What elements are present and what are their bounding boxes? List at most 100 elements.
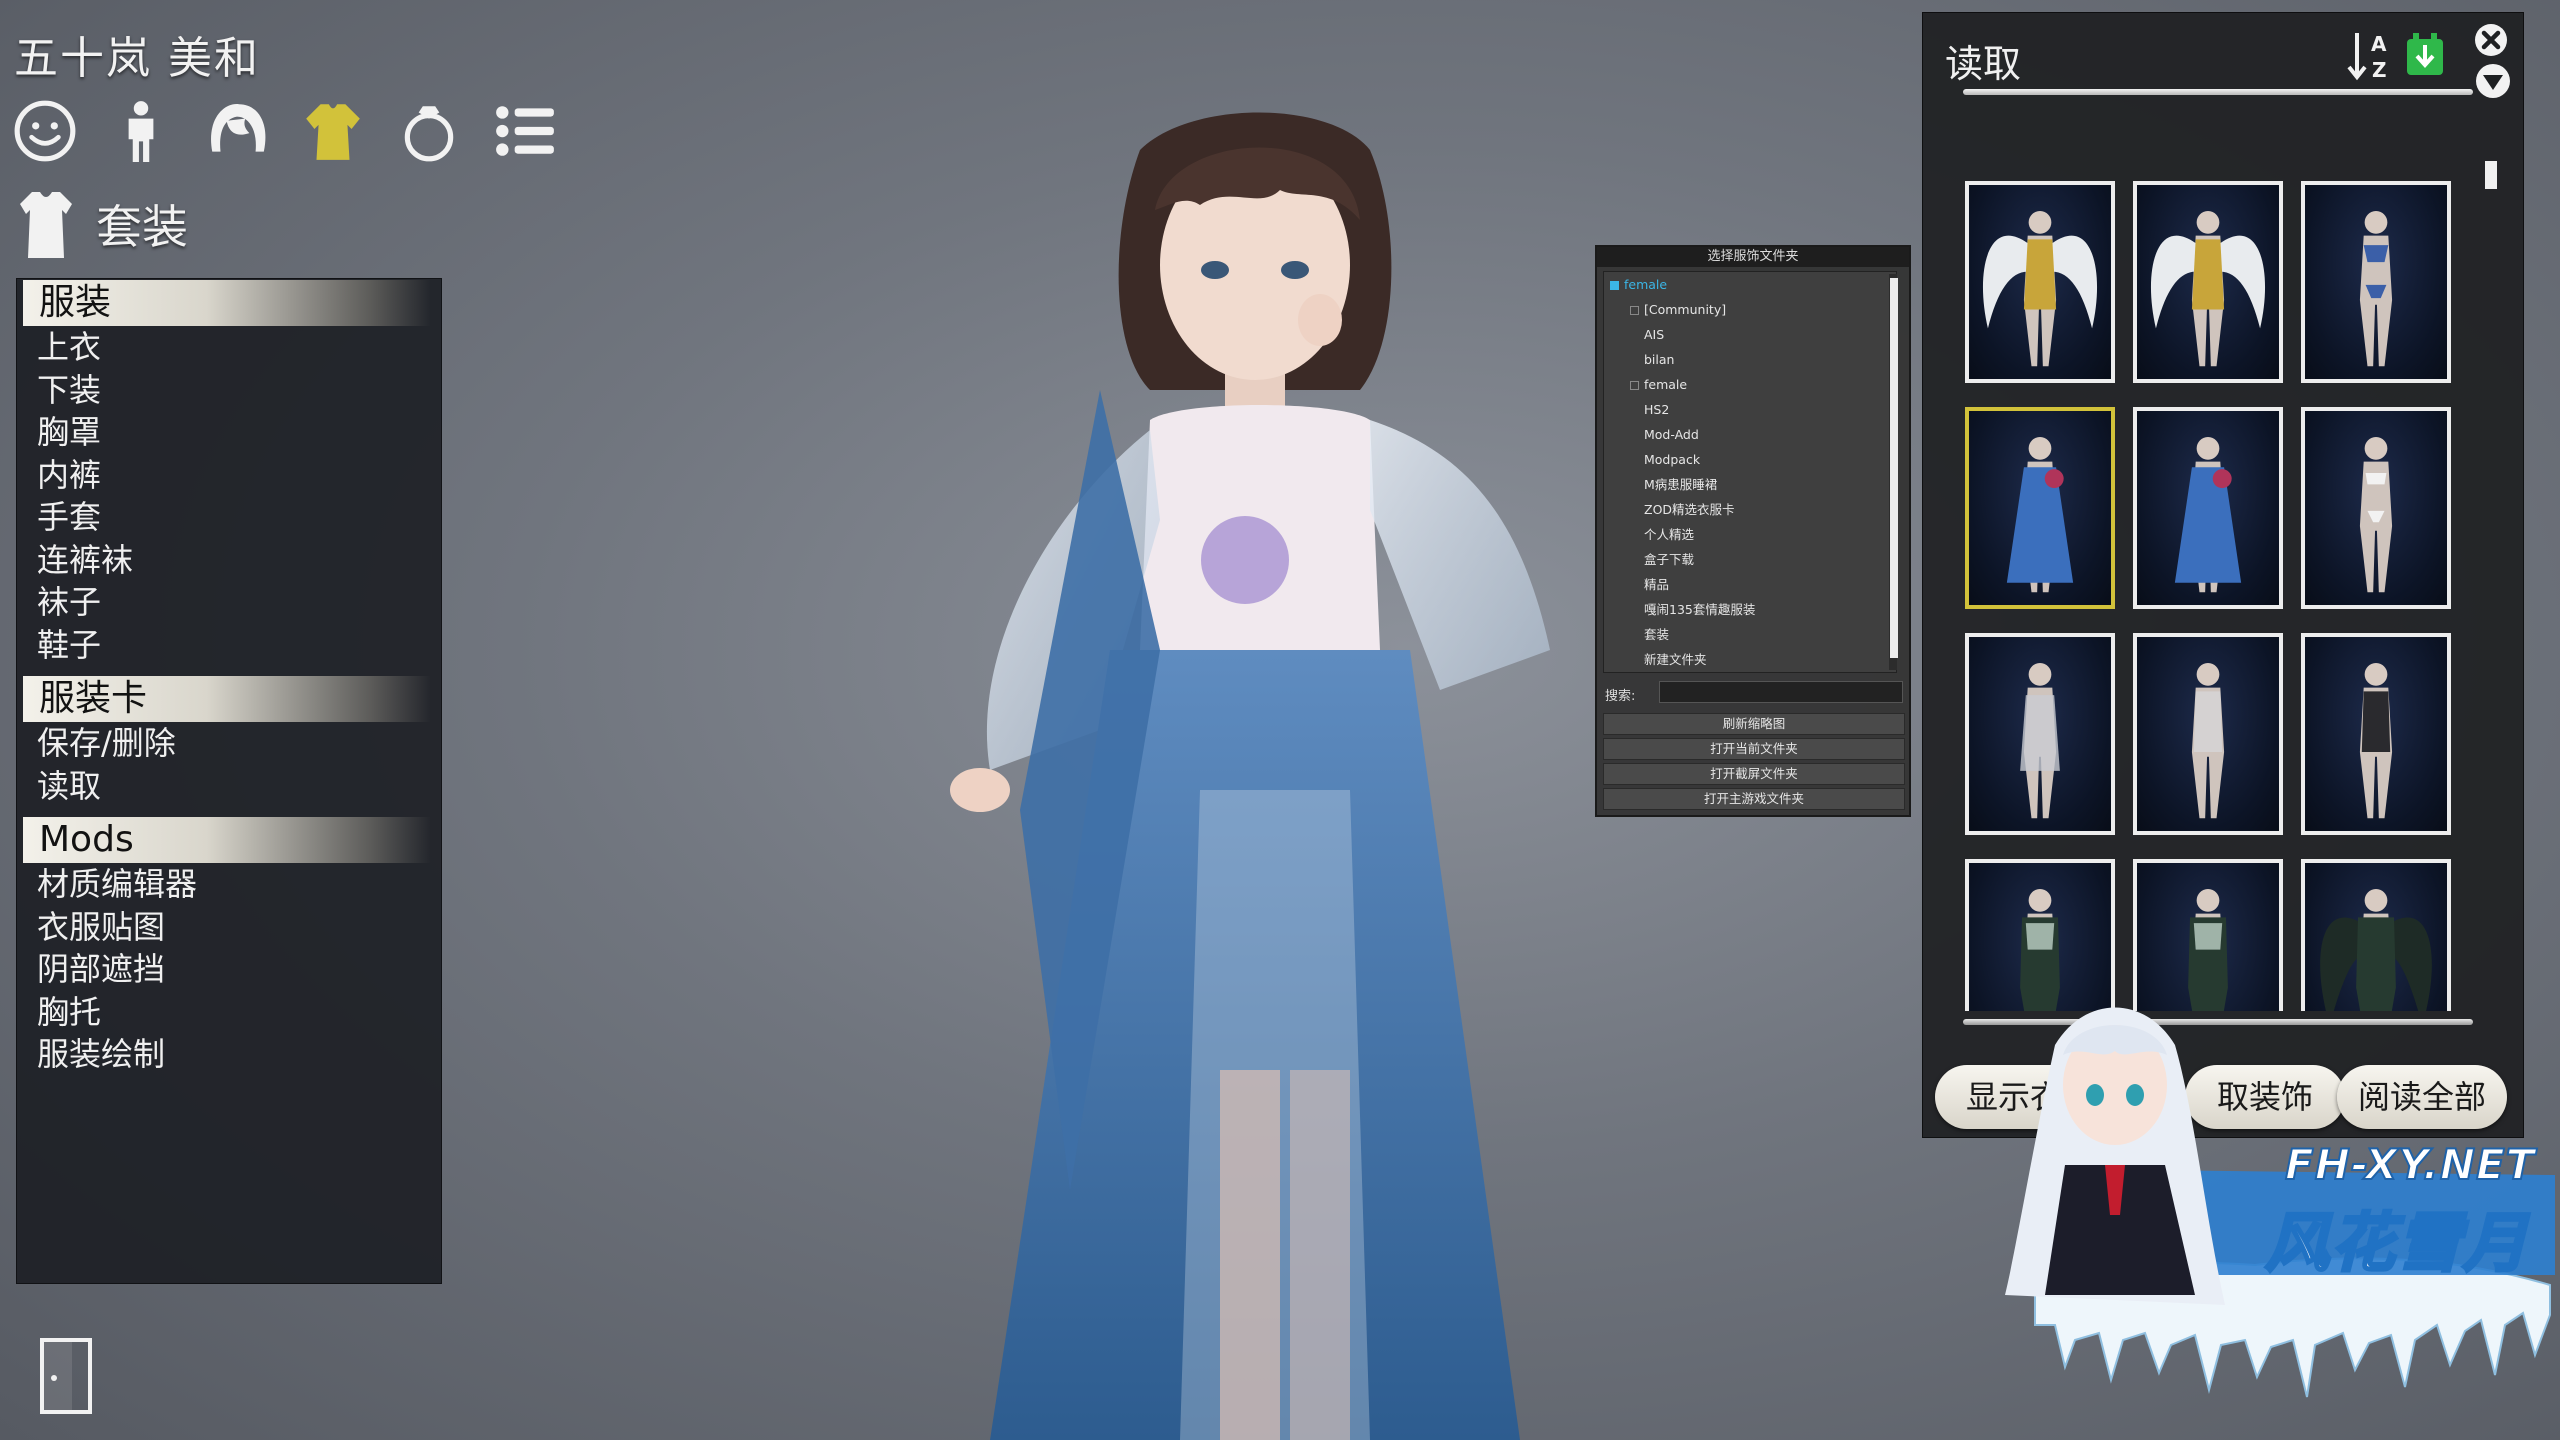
menu-item-clothes-paint[interactable]: 服装绘制	[17, 1033, 441, 1076]
outfit-figure	[2359, 663, 2393, 819]
menu-item-clothes-texture[interactable]: 衣服贴图	[17, 906, 441, 949]
accessory-ring-icon[interactable]	[394, 96, 464, 166]
outfit-thumbnail[interactable]	[1965, 407, 2115, 609]
outfit-thumbnail[interactable]	[2301, 859, 2451, 1011]
hair-icon[interactable]	[202, 96, 272, 166]
section-header: 套装	[16, 188, 188, 260]
section-title: 套装	[96, 200, 188, 254]
outfit-figure	[2320, 889, 2432, 1011]
tree-folder-item[interactable]: HS2	[1604, 397, 1896, 422]
menu-item-pantyhose[interactable]: 连裤袜	[17, 539, 441, 582]
folder-search-input[interactable]	[1659, 681, 1903, 703]
menu-item-save-delete[interactable]: 保存/删除	[17, 722, 441, 765]
menu-header-card: 服装卡	[23, 676, 431, 722]
close-icon[interactable]	[2473, 22, 2509, 58]
face-icon[interactable]	[10, 96, 80, 166]
menu-item-material-editor[interactable]: 材质编辑器	[17, 863, 441, 906]
tree-root-female[interactable]: female	[1604, 272, 1896, 297]
tree-folder-item[interactable]: M病患服睡裙	[1604, 472, 1896, 497]
clothing-icon[interactable]	[298, 96, 368, 166]
svg-text:Z: Z	[2372, 58, 2387, 81]
outfit-thumbnail[interactable]	[2301, 633, 2451, 835]
outfit-thumbnail[interactable]	[2133, 181, 2283, 383]
sort-az-icon[interactable]: A Z	[2347, 29, 2397, 81]
collapse-icon[interactable]	[2474, 62, 2512, 100]
tree-folder-item[interactable]: Mod-Add	[1604, 422, 1896, 447]
outfit-thumbnail[interactable]	[2301, 181, 2451, 383]
open-current-folder-button[interactable]: 打开当前文件夹	[1603, 738, 1905, 760]
outfit-thumbnail[interactable]	[1965, 859, 2115, 1011]
menu-header-mods: Mods	[23, 817, 431, 863]
tree-folder-item[interactable]: ZOD精选衣服卡	[1604, 497, 1896, 522]
tree-folder-item[interactable]: 个人精选	[1604, 522, 1896, 547]
menu-header-clothing: 服装	[23, 280, 431, 326]
outfit-thumbnail[interactable]	[2133, 407, 2283, 609]
tree-folder-item[interactable]: female	[1604, 372, 1896, 397]
exit-door-icon[interactable]	[38, 1336, 94, 1416]
outfit-figure	[2359, 437, 2393, 593]
menu-item-bust[interactable]: 胸托	[17, 991, 441, 1034]
load-all-button[interactable]: 阅读全部	[2337, 1065, 2507, 1129]
show-clothes-button[interactable]: 显示衣服	[1935, 1065, 2125, 1129]
outfit-thumbnail[interactable]	[2301, 407, 2451, 609]
menu-item-bottom[interactable]: 下装	[17, 369, 441, 412]
tree-folder-item[interactable]: bilan	[1604, 347, 1896, 372]
outfit-figure	[2150, 211, 2266, 367]
folder-dialog-title: 选择服饰文件夹	[1597, 247, 1909, 267]
folder-search-label: 搜索:	[1605, 689, 1636, 704]
tree-folder-item[interactable]: AIS	[1604, 322, 1896, 347]
svg-text:A: A	[2371, 32, 2387, 56]
outfit-figure	[1982, 211, 2098, 367]
outfit-thumbnail[interactable]	[2133, 859, 2283, 1011]
tree-folder-item[interactable]: [Community]	[1604, 297, 1896, 322]
import-download-icon[interactable]	[2403, 29, 2447, 79]
outfit-thumbnail-grid	[1965, 181, 2455, 1011]
tree-folder-item[interactable]: Modpack	[1604, 447, 1896, 472]
shirt-icon	[20, 192, 72, 258]
menu-item-load[interactable]: 读取	[17, 765, 441, 808]
outfit-figure	[2359, 211, 2393, 367]
menu-item-bra[interactable]: 胸罩	[17, 411, 441, 454]
tree-folder-item[interactable]: 套装	[1604, 622, 1896, 647]
folder-tree-scrollbar[interactable]	[1889, 274, 1898, 670]
folder-expand-icon[interactable]	[1630, 381, 1639, 390]
tree-folder-item[interactable]: 盒子下载	[1604, 547, 1896, 572]
menu-item-top[interactable]: 上衣	[17, 326, 441, 369]
folder-tree: female [Community] AIS bilan female HS2 Mod-A…	[1603, 271, 1897, 673]
refresh-thumbnails-button[interactable]: 刷新缩略图	[1603, 713, 1905, 735]
tree-folder-item[interactable]: 精品	[1604, 572, 1896, 597]
outfit-figure	[2006, 437, 2074, 593]
open-screenshot-folder-button[interactable]: 打开截屏文件夹	[1603, 763, 1905, 785]
folder-scroll-thumb[interactable]	[1890, 278, 1898, 658]
outfit-figure	[2020, 889, 2060, 1011]
menu-item-shoes[interactable]: 鞋子	[17, 624, 441, 667]
menu-item-gloves[interactable]: 手套	[17, 496, 441, 539]
outfit-figure	[2020, 663, 2060, 819]
tree-folder-item[interactable]: 嘎闹135套情趣服装	[1604, 597, 1896, 622]
menu-item-socks[interactable]: 袜子	[17, 581, 441, 624]
load-panel-divider	[1963, 89, 2473, 95]
body-icon[interactable]	[106, 96, 176, 166]
category-icon-bar	[10, 96, 560, 166]
folder-expand-icon[interactable]	[1630, 306, 1639, 315]
outfit-figure	[2174, 437, 2242, 593]
menu-item-underwear[interactable]: 内裤	[17, 454, 441, 497]
load-accessories-button[interactable]: 取装饰	[2185, 1065, 2345, 1129]
folder-expand-icon	[1610, 281, 1619, 290]
outfit-thumbnail[interactable]	[1965, 181, 2115, 383]
character-name: 五十岚 美和	[14, 33, 260, 84]
outfit-thumbnail[interactable]	[1965, 633, 2115, 835]
outfit-figure	[2188, 889, 2228, 1011]
menu-panel: 服装 上衣 下装 胸罩 内裤 手套 连裤袜 袜子 鞋子 服装卡 保存/删除 读取…	[16, 278, 442, 1284]
grid-scrollbar[interactable]	[2485, 161, 2497, 189]
list-icon[interactable]	[490, 96, 560, 166]
open-game-folder-button[interactable]: 打开主游戏文件夹	[1603, 788, 1905, 810]
menu-item-censor[interactable]: 阴部遮挡	[17, 948, 441, 991]
menu-group-card: 服装卡 保存/删除 读取	[17, 676, 441, 807]
outfit-figure	[2191, 663, 2225, 819]
load-panel-divider-bottom	[1963, 1019, 2473, 1025]
menu-group-mods: Mods 材质编辑器 衣服贴图 阴部遮挡 胸托 服装绘制	[17, 817, 441, 1076]
outfit-thumbnail[interactable]	[2133, 633, 2283, 835]
menu-group-clothing: 服装 上衣 下装 胸罩 内裤 手套 连裤袜 袜子 鞋子	[17, 280, 441, 666]
tree-folder-item[interactable]: 新建文件夹	[1604, 647, 1896, 672]
